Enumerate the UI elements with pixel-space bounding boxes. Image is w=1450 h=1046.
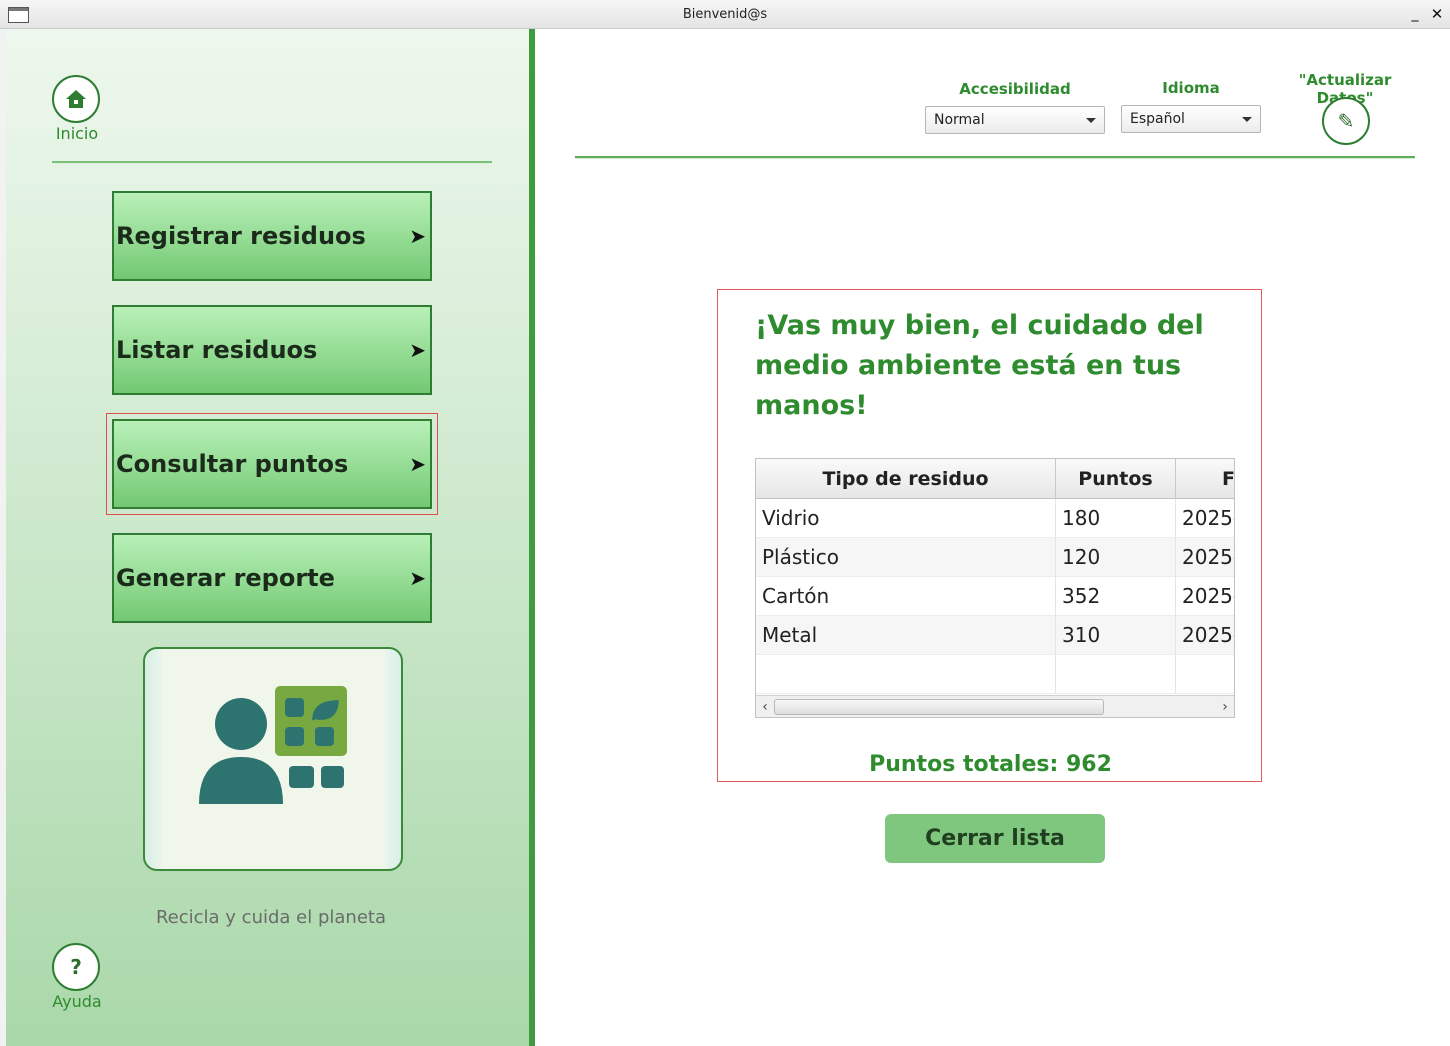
arrow-right-icon: ➤ (409, 452, 426, 476)
cell-empty (1176, 655, 1234, 694)
arrow-right-icon: ➤ (409, 338, 426, 362)
chevron-down-icon (1086, 118, 1096, 123)
total-points: Puntos totales: 962 (869, 752, 1112, 777)
generate-report-label: Generar reporte (116, 564, 335, 592)
illustration-card (143, 647, 403, 871)
scroll-left-icon[interactable]: ‹ (756, 698, 774, 716)
table-header: Tipo de residuo Puntos Fe (756, 459, 1234, 499)
cell-points: 120 (1056, 538, 1176, 577)
pencil-icon: ✎ (1337, 109, 1355, 133)
list-waste-button[interactable]: Listar residuos ➤ (112, 305, 432, 395)
cell-type: Cartón (756, 577, 1056, 616)
cell-date: 2025- (1176, 499, 1234, 538)
window-title: Bienvenid@s (682, 7, 768, 22)
encouragement-message: ¡Vas muy bien, el cuidado del medio ambi… (755, 310, 1204, 421)
sidebar-border (529, 29, 535, 1046)
cell-empty (1056, 655, 1176, 694)
table-row-empty (756, 655, 1234, 694)
column-header-type[interactable]: Tipo de residuo (756, 459, 1056, 499)
cell-points: 310 (1056, 616, 1176, 655)
sidebar-divider (52, 161, 492, 164)
slogan-text: Recicla y cuida el planeta (155, 907, 386, 928)
close-window-button[interactable]: ✕ (1428, 4, 1446, 24)
cell-date: 2025- (1176, 616, 1234, 655)
check-points-button[interactable]: Consultar puntos ➤ (112, 419, 432, 509)
update-data-button[interactable]: ✎ (1322, 97, 1370, 145)
language-label: Idioma (1162, 79, 1220, 97)
chevron-down-icon (1242, 117, 1252, 122)
scroll-right-icon[interactable]: › (1216, 698, 1234, 716)
table-row[interactable]: Vidrio 180 2025- (756, 499, 1234, 538)
points-table[interactable]: Tipo de residuo Puntos Fe Vidrio 180 202… (755, 458, 1235, 718)
generate-report-button[interactable]: Generar reporte ➤ (112, 533, 432, 623)
help-label: Ayuda (52, 992, 102, 1011)
home-button[interactable] (52, 75, 100, 123)
cell-points: 352 (1056, 577, 1176, 616)
column-header-date[interactable]: Fe (1176, 459, 1234, 499)
accessibility-select[interactable]: Normal (925, 106, 1105, 134)
illustration-background (163, 649, 385, 869)
points-panel: ¡Vas muy bien, el cuidado del medio ambi… (717, 289, 1262, 782)
home-icon (66, 90, 86, 108)
help-button[interactable]: ? (52, 943, 100, 991)
minimize-button[interactable]: _ (1406, 4, 1424, 24)
accessibility-value: Normal (934, 112, 985, 128)
question-icon: ? (70, 955, 82, 979)
title-bar: Bienvenid@s _ ✕ (0, 0, 1450, 29)
sidebar: Inicio Registrar residuos ➤ Listar resid… (0, 29, 530, 1046)
cell-points: 180 (1056, 499, 1176, 538)
scrollbar-thumb[interactable] (774, 699, 1104, 715)
register-waste-label: Registrar residuos (116, 222, 366, 250)
language-value: Español (1130, 111, 1185, 127)
column-header-points[interactable]: Puntos (1056, 459, 1176, 499)
cell-empty (756, 655, 1056, 694)
close-list-button[interactable]: Cerrar lista (885, 814, 1105, 863)
cell-date: 2025- (1176, 577, 1234, 616)
check-points-label: Consultar puntos (116, 450, 349, 478)
cell-type: Metal (756, 616, 1056, 655)
accessibility-label: Accesibilidad (959, 80, 1071, 98)
user-recycling-illustration (199, 686, 347, 804)
cell-date: 2025- (1176, 538, 1234, 577)
list-waste-label: Listar residuos (116, 336, 318, 364)
language-select[interactable]: Español (1121, 105, 1261, 133)
arrow-right-icon: ➤ (409, 224, 426, 248)
toolbar-divider (575, 156, 1415, 159)
arrow-right-icon: ➤ (409, 566, 426, 590)
horizontal-scrollbar[interactable]: ‹ › (756, 695, 1234, 717)
home-label: Inicio (55, 124, 99, 143)
table-row[interactable]: Cartón 352 2025- (756, 577, 1234, 616)
cell-type: Plástico (756, 538, 1056, 577)
cell-type: Vidrio (756, 499, 1056, 538)
table-row[interactable]: Plástico 120 2025- (756, 538, 1234, 577)
register-waste-button[interactable]: Registrar residuos ➤ (112, 191, 432, 281)
table-row[interactable]: Metal 310 2025- (756, 616, 1234, 655)
